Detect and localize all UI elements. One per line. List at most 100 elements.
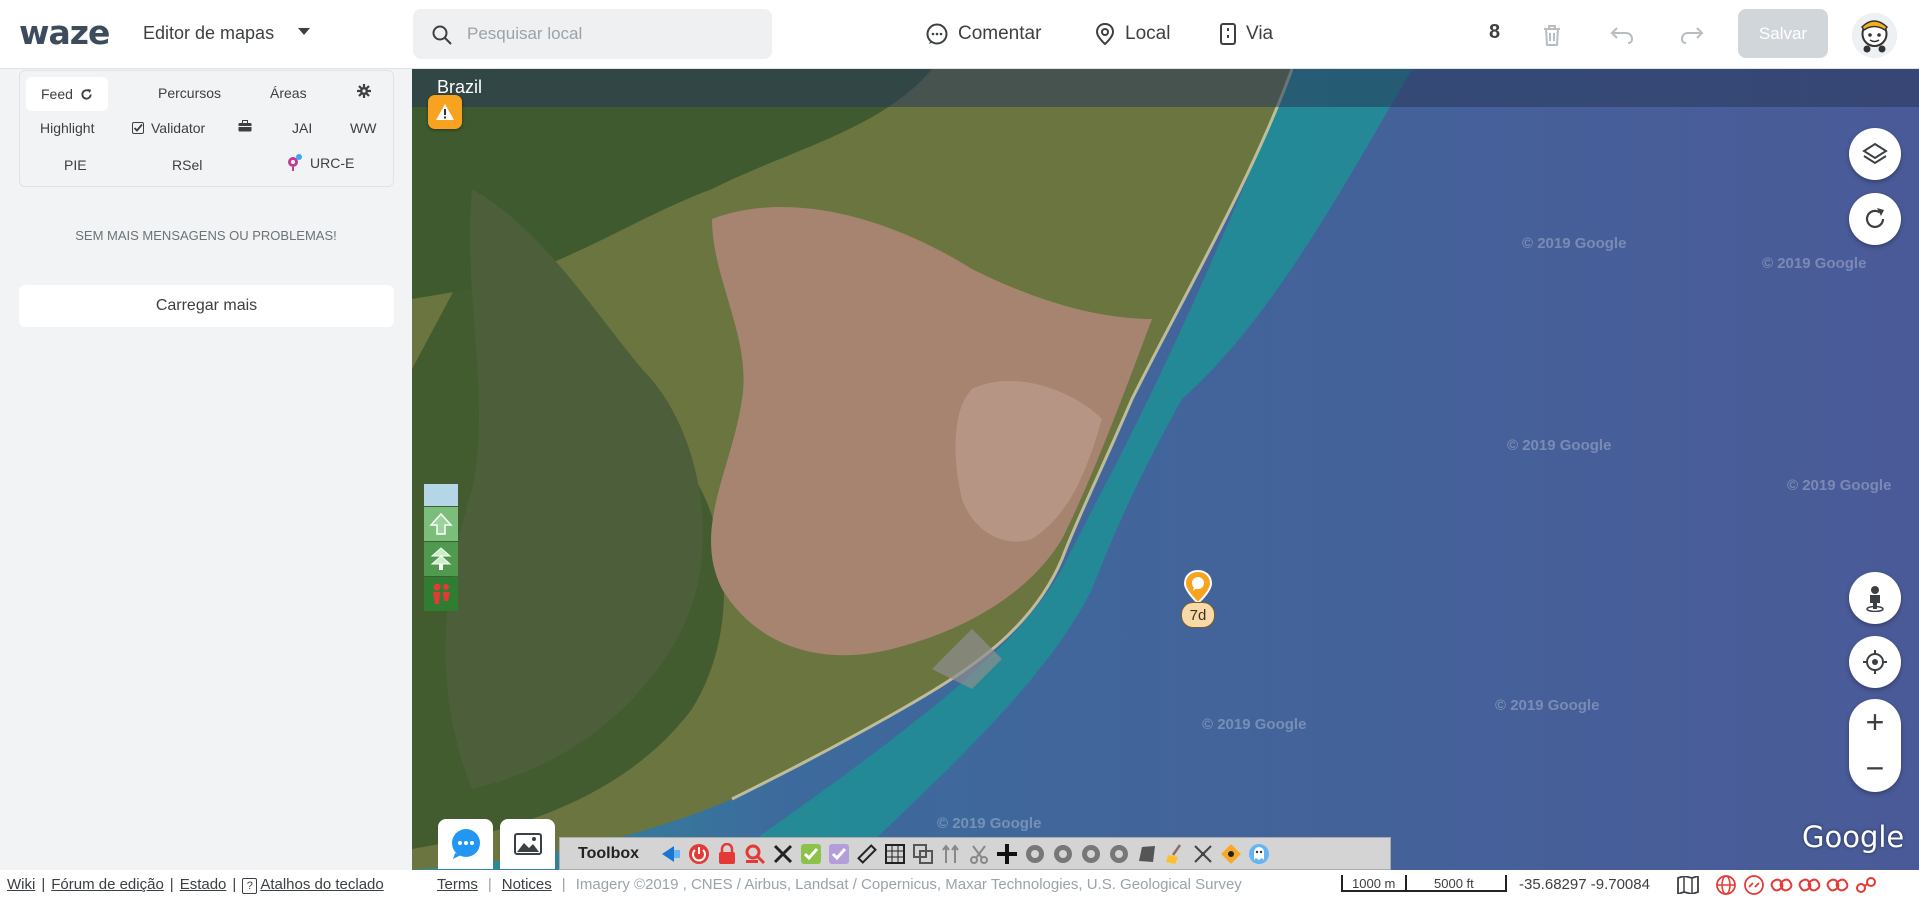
chat-bubble-icon <box>451 829 480 859</box>
road-button[interactable]: Via <box>1219 18 1273 50</box>
zoom-control: + − <box>1849 699 1901 792</box>
map-book-icon[interactable] <box>1677 876 1699 894</box>
waze-logo[interactable]: waze <box>19 13 110 52</box>
check-green-icon[interactable] <box>797 840 825 868</box>
disconnect-icon[interactable] <box>1189 840 1217 868</box>
map-watermark: © 2019 Google <box>1762 255 1867 272</box>
chat-bubble-icon <box>926 23 948 45</box>
user-avatar-icon <box>1852 13 1897 58</box>
load-more-button[interactable]: Carregar mais <box>19 285 394 327</box>
place-button[interactable]: Local <box>1094 18 1170 50</box>
imagery-button[interactable] <box>500 819 555 869</box>
search-red-icon[interactable] <box>741 840 769 868</box>
search-input[interactable] <box>467 21 757 47</box>
grid-icon[interactable] <box>881 840 909 868</box>
redo-button[interactable] <box>1676 19 1708 51</box>
comment-button[interactable]: Comentar <box>925 18 1041 50</box>
shortcuts-link[interactable]: ? Atalhos do teclado <box>242 876 384 894</box>
check-purple-icon[interactable] <box>825 840 853 868</box>
roundabout-icon[interactable] <box>1021 840 1049 868</box>
wiki-link[interactable]: Wiki <box>7 876 35 894</box>
pegman-icon <box>1866 586 1884 612</box>
tab-validator[interactable]: Validator <box>132 120 205 136</box>
broom-icon[interactable] <box>1161 840 1189 868</box>
refresh-map-button[interactable] <box>1849 193 1901 245</box>
roundabout-icon[interactable] <box>1049 840 1077 868</box>
sidebar-tabs: Feed Percursos Áreas Highlight Validator… <box>19 70 394 187</box>
separator: | <box>41 876 46 893</box>
chevron-down-icon[interactable] <box>298 28 310 35</box>
country-bar <box>412 69 1919 107</box>
search-icon <box>432 25 452 45</box>
forum-link[interactable]: Fórum de edição <box>51 876 164 894</box>
avatar[interactable] <box>1852 13 1897 58</box>
delete-button[interactable] <box>1536 19 1568 51</box>
separator: | <box>487 876 492 893</box>
crosshair-icon <box>1863 650 1887 674</box>
shortcuts-label: Atalhos do teclado <box>260 876 384 893</box>
map-watermark: © 2019 Google <box>1507 437 1612 454</box>
junction-icon[interactable] <box>993 840 1021 868</box>
trash-icon <box>1544 25 1560 46</box>
link-icon[interactable] <box>1797 874 1823 896</box>
tab-areas[interactable]: Áreas <box>270 85 307 101</box>
road-icon <box>1220 23 1236 45</box>
save-button[interactable]: Salvar <box>1738 9 1828 58</box>
toolbox-label[interactable]: Toolbox <box>560 845 657 863</box>
zoom-in-button[interactable]: + <box>1849 699 1901 745</box>
lock-icon[interactable] <box>713 840 741 868</box>
tab-percursos[interactable]: Percursos <box>158 85 221 101</box>
settings-tab[interactable] <box>357 84 371 98</box>
power-icon[interactable] <box>685 840 713 868</box>
map-watermark: © 2019 Google <box>1202 716 1307 733</box>
map-canvas[interactable]: Brazil © 2019 Google © 2019 Google © 201… <box>412 69 1919 870</box>
tab-pie[interactable]: PIE <box>64 157 87 173</box>
ghost-icon[interactable] <box>1245 840 1273 868</box>
notices-link[interactable]: Notices <box>502 876 552 893</box>
legend-blank[interactable] <box>424 484 458 506</box>
gear-icon <box>357 84 371 98</box>
terms-link[interactable]: Terms <box>437 876 478 893</box>
chat-button[interactable] <box>438 819 493 869</box>
globe-icon[interactable] <box>1713 874 1739 896</box>
arrow-up-icon[interactable] <box>424 507 458 541</box>
scissors-icon[interactable] <box>965 840 993 868</box>
tab-jai[interactable]: JAI <box>292 120 312 136</box>
warning-icon[interactable] <box>428 95 462 129</box>
layers-button[interactable] <box>1849 128 1901 180</box>
link-icon[interactable] <box>1769 874 1795 896</box>
link-icon[interactable] <box>1825 874 1851 896</box>
map-pin-icon <box>1095 22 1115 46</box>
tools-icon[interactable] <box>769 840 797 868</box>
polygon-icon[interactable] <box>1133 840 1161 868</box>
ruler-icon[interactable] <box>853 840 881 868</box>
street-view-button[interactable] <box>1849 572 1901 624</box>
status-link[interactable]: Estado <box>180 876 227 894</box>
tab-ww[interactable]: WW <box>350 120 376 136</box>
copy-icon[interactable] <box>909 840 937 868</box>
tab-label: Validator <box>151 120 206 136</box>
tab-highlight[interactable]: Highlight <box>40 120 94 136</box>
double-arrow-icon[interactable] <box>424 542 458 576</box>
link-icon[interactable] <box>1741 874 1767 896</box>
road-sign-icon[interactable] <box>1217 840 1245 868</box>
back-arrow-icon[interactable] <box>657 840 685 868</box>
tab-toolbox[interactable] <box>238 120 252 132</box>
people-icon[interactable] <box>424 577 458 611</box>
app-title[interactable]: Editor de mapas <box>143 23 274 44</box>
checkbox-checked-icon <box>132 122 144 134</box>
zoom-out-button[interactable]: − <box>1849 745 1901 791</box>
undo-button[interactable] <box>1606 19 1638 51</box>
link-icon[interactable] <box>1853 874 1879 896</box>
tab-feed[interactable]: Feed <box>26 77 108 111</box>
roundabout-icon[interactable] <box>1077 840 1105 868</box>
urc-pin-icon <box>288 154 302 171</box>
arrows-up-icon[interactable] <box>937 840 965 868</box>
refresh-icon[interactable] <box>80 88 93 101</box>
tab-rsel[interactable]: RSel <box>172 157 202 173</box>
my-location-button[interactable] <box>1849 636 1901 688</box>
footer: Wiki | Fórum de edição | Estado | ? Atalh… <box>0 870 1919 900</box>
search-box[interactable] <box>413 9 772 59</box>
roundabout-icon[interactable] <box>1105 840 1133 868</box>
tab-urc-e[interactable]: URC-E <box>287 154 354 172</box>
